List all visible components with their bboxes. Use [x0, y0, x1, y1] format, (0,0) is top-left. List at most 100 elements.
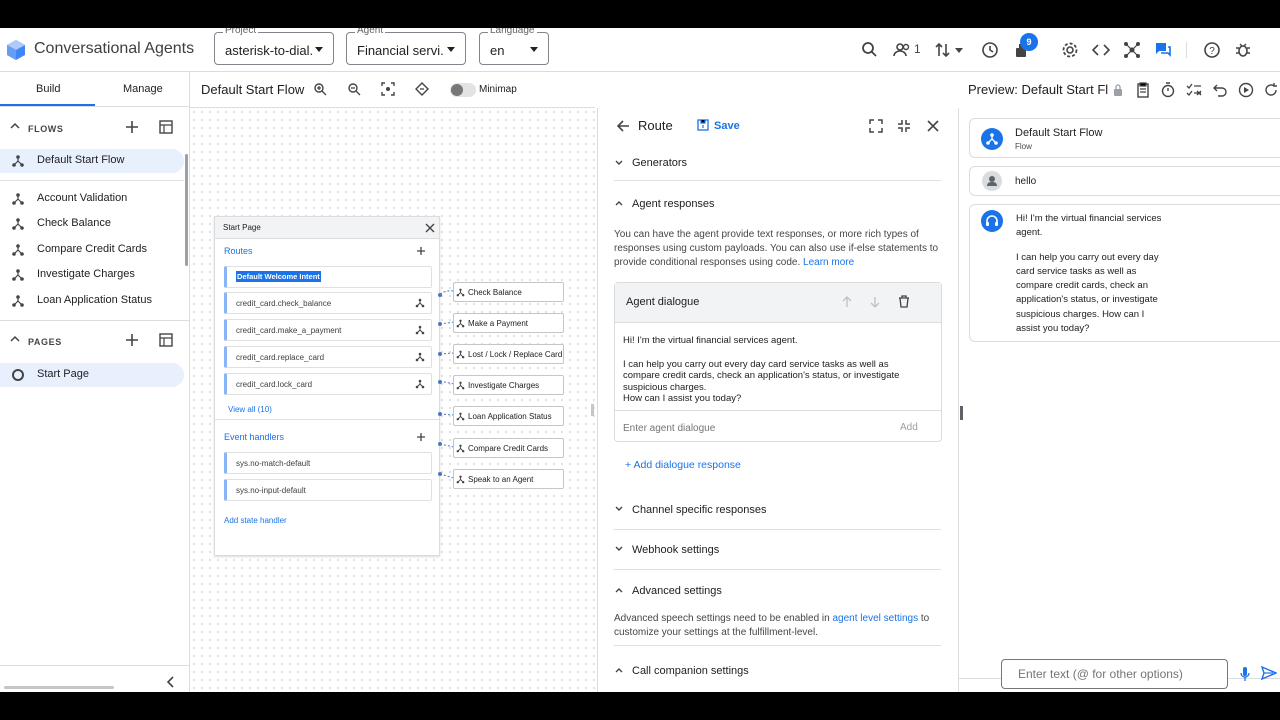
node-investigate-charges[interactable]: Investigate Charges — [453, 375, 564, 395]
fullscreen-icon[interactable] — [869, 119, 883, 133]
timer-icon[interactable] — [1161, 82, 1175, 98]
zoom-in-icon[interactable] — [313, 82, 327, 96]
view-all-link[interactable]: View all (10) — [228, 405, 272, 414]
table-view-icon[interactable] — [159, 120, 173, 134]
add-page-icon[interactable] — [125, 333, 139, 347]
webhook-settings-section[interactable]: Webhook settings — [614, 530, 941, 570]
node-label: Lost / Lock / Replace Card — [468, 350, 563, 359]
history-icon[interactable] — [980, 40, 1000, 60]
agent-message-card: Hi! I'm the virtual financial services a… — [969, 204, 1280, 342]
sidebar-item-account-validation[interactable]: Account Validation — [0, 187, 184, 211]
add-dialogue-button[interactable]: Add — [900, 422, 918, 433]
add-dialogue-response-link[interactable]: + Add dialogue response — [625, 459, 741, 471]
arrow-down-icon[interactable] — [869, 296, 881, 308]
sidebar-item-compare-credit-cards[interactable]: Compare Credit Cards — [0, 238, 184, 262]
close-icon[interactable] — [425, 223, 435, 233]
sidebar-item-investigate-charges[interactable]: Investigate Charges — [0, 263, 184, 287]
bug-icon[interactable] — [1233, 40, 1253, 60]
collapse-icon[interactable] — [897, 119, 911, 133]
agent-select[interactable]: Agent Financial servi... — [346, 28, 466, 65]
rotate-icon[interactable] — [415, 82, 429, 96]
event-handler-item[interactable]: sys.no-match-default — [224, 452, 432, 474]
send-icon[interactable] — [1261, 666, 1277, 680]
route-item[interactable]: credit_card.make_a_payment — [224, 319, 432, 341]
chevron-up-icon — [614, 585, 624, 595]
back-arrow-icon[interactable] — [616, 119, 630, 133]
node-check-balance[interactable]: Check Balance — [453, 282, 564, 302]
panel-divider-handle[interactable] — [960, 406, 963, 420]
collapse-sidebar-icon[interactable] — [166, 676, 176, 688]
save-icon[interactable] — [697, 119, 709, 131]
arrow-up-icon[interactable] — [841, 296, 853, 308]
sidebar-item-default-start-flow[interactable]: Default Start Flow — [0, 149, 184, 173]
preview-text-input[interactable] — [1001, 659, 1228, 689]
code-icon[interactable] — [1091, 40, 1111, 60]
tab-build[interactable]: Build — [36, 83, 60, 95]
chevron-down-icon[interactable] — [955, 48, 963, 53]
call-companion-section[interactable]: Call companion settings — [614, 651, 941, 691]
collapse-pages-icon[interactable] — [10, 335, 20, 343]
flow-canvas[interactable]: Start Page Routes Default Welcome Intent… — [190, 108, 595, 692]
fit-view-icon[interactable] — [381, 82, 395, 96]
document-icon[interactable] — [1136, 82, 1150, 98]
add-state-handler-link[interactable]: Add state handler — [224, 516, 287, 525]
divider — [614, 645, 941, 646]
sort-icon[interactable] — [933, 40, 953, 60]
learn-more-link[interactable]: Learn more — [803, 257, 854, 268]
agent-responses-section[interactable]: Agent responses — [614, 184, 941, 224]
help-icon[interactable]: ? — [1202, 40, 1222, 60]
tab-manage[interactable]: Manage — [123, 83, 163, 95]
microphone-icon[interactable] — [1239, 666, 1251, 682]
checklist-icon[interactable] — [1186, 83, 1202, 97]
zoom-out-icon[interactable] — [347, 82, 361, 96]
add-flow-icon[interactable] — [125, 120, 139, 134]
route-item[interactable]: credit_card.replace_card — [224, 346, 432, 368]
event-handler-item[interactable]: sys.no-input-default — [224, 479, 432, 501]
divider — [0, 665, 189, 666]
node-make-a-payment[interactable]: Make a Payment — [453, 313, 564, 333]
minimap-label: Minimap — [479, 84, 517, 95]
sidebar-scrollbar[interactable] — [185, 154, 188, 266]
node-lost-lock-replace-card[interactable]: Lost / Lock / Replace Card — [453, 344, 564, 364]
chevron-down-icon — [315, 47, 323, 52]
channel-specific-section[interactable]: Channel specific responses — [614, 490, 941, 530]
agent-dialogue-text[interactable]: Hi! I'm the virtual financial services a… — [623, 335, 923, 405]
language-select[interactable]: Language en — [479, 28, 549, 65]
sidebar-item-start-page[interactable]: Start Page — [0, 363, 184, 387]
add-route-icon[interactable] — [416, 246, 426, 256]
flow-card: Default Start Flow Flow — [969, 118, 1280, 158]
panel-resize-handle[interactable] — [591, 404, 594, 416]
close-icon[interactable] — [926, 119, 940, 133]
sidebar-bottom-scrollbar[interactable] — [4, 686, 114, 689]
reset-icon[interactable] — [1263, 82, 1279, 98]
settings-icon[interactable] — [1060, 40, 1080, 60]
start-page-card[interactable]: Start Page Routes Default Welcome Intent… — [214, 216, 440, 556]
advanced-settings-section[interactable]: Advanced settings — [614, 571, 941, 611]
chat-icon[interactable] — [1153, 40, 1173, 60]
sidebar-item-check-balance[interactable]: Check Balance — [0, 212, 184, 236]
play-icon[interactable] — [1238, 82, 1254, 98]
minimap-toggle-knob — [451, 84, 463, 96]
agent-level-settings-link[interactable]: agent level settings — [833, 613, 919, 624]
table-view-icon[interactable] — [159, 333, 173, 347]
minimap-toggle[interactable] — [450, 83, 476, 97]
graph-icon[interactable] — [1122, 40, 1142, 60]
undo-icon[interactable] — [1213, 83, 1227, 97]
users-icon[interactable] — [892, 40, 912, 60]
route-item[interactable]: credit_card.check_balance — [224, 292, 432, 314]
add-event-handler-icon[interactable] — [416, 432, 426, 442]
route-item[interactable]: Default Welcome Intent — [224, 266, 432, 288]
delete-icon[interactable] — [898, 295, 910, 308]
route-item[interactable]: credit_card.lock_card — [224, 373, 432, 395]
agent-dialogue-input[interactable] — [623, 420, 873, 436]
node-loan-application-status[interactable]: Loan Application Status — [453, 406, 564, 426]
generators-section[interactable]: Generators — [614, 144, 941, 181]
save-button[interactable]: Save — [714, 120, 740, 132]
project-select[interactable]: Project asterisk-to-dial... — [214, 28, 334, 65]
dialogue-line: How can I assist you today? — [623, 393, 742, 404]
search-icon[interactable] — [860, 40, 880, 60]
collapse-flows-icon[interactable] — [10, 122, 20, 130]
node-speak-to-an-agent[interactable]: Speak to an Agent — [453, 469, 564, 489]
node-compare-credit-cards[interactable]: Compare Credit Cards — [453, 438, 564, 458]
sidebar-item-loan-application-status[interactable]: Loan Application Status — [0, 289, 184, 313]
